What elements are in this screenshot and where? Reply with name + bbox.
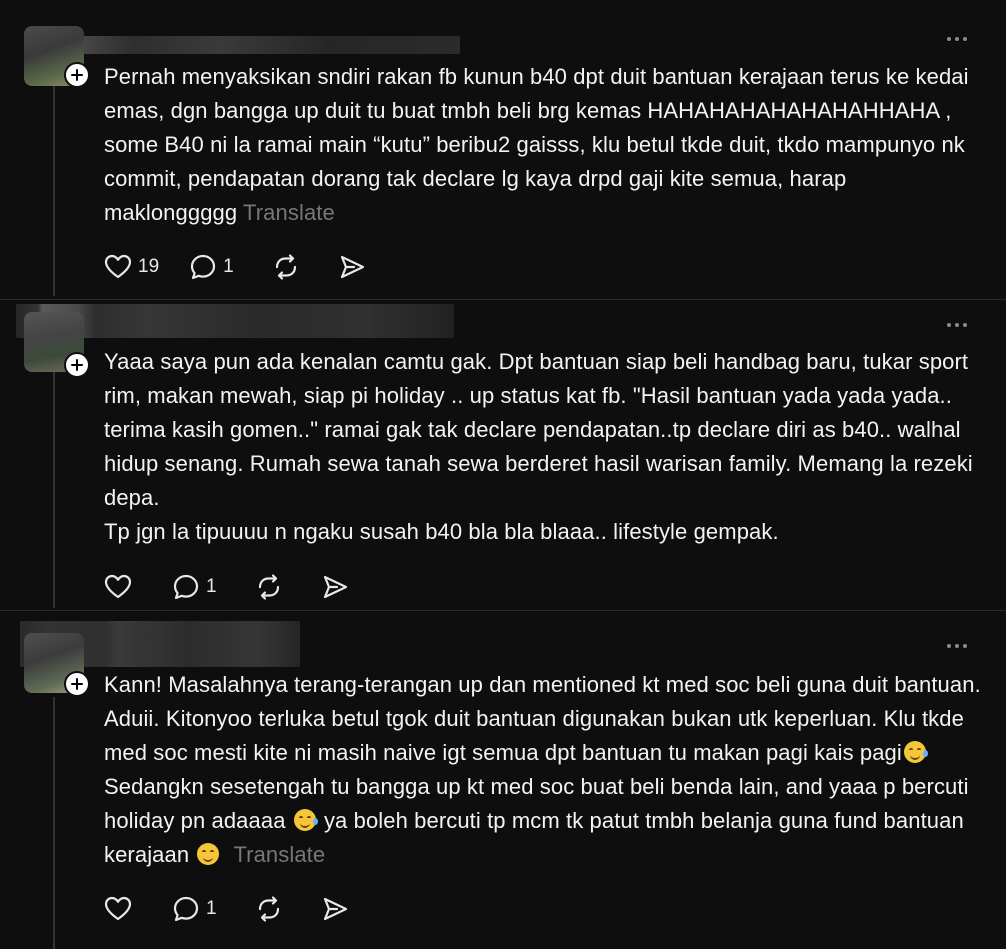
more-options-icon[interactable] bbox=[942, 641, 972, 651]
reply-count: 1 bbox=[206, 898, 217, 919]
comment-icon bbox=[191, 254, 216, 280]
thread-line bbox=[53, 697, 55, 949]
reply-button[interactable]: 1 bbox=[172, 573, 217, 601]
reply-post-3: Kann! Masalahnya terang-terangan up dan … bbox=[0, 611, 1006, 949]
thread-line bbox=[53, 372, 55, 608]
share-button[interactable] bbox=[321, 573, 349, 601]
heart-icon bbox=[104, 896, 132, 921]
reply-button[interactable]: 1 bbox=[189, 253, 234, 281]
avatar[interactable] bbox=[24, 312, 90, 378]
avatar[interactable] bbox=[24, 633, 90, 697]
reply-post-1: Pernah menyaksikan sndiri rakan fb kunun… bbox=[0, 0, 1006, 300]
heart-icon bbox=[104, 254, 132, 279]
repost-button[interactable] bbox=[255, 895, 283, 923]
reply-count: 1 bbox=[223, 256, 234, 277]
more-options-icon[interactable] bbox=[942, 34, 972, 44]
follow-plus-icon[interactable] bbox=[64, 62, 90, 88]
send-icon bbox=[323, 897, 347, 921]
like-button[interactable] bbox=[104, 896, 132, 922]
more-options-icon[interactable] bbox=[942, 320, 972, 330]
translate-link[interactable]: Translate bbox=[243, 200, 335, 225]
like-count: 19 bbox=[138, 256, 160, 277]
send-icon bbox=[340, 255, 364, 279]
like-button[interactable]: 19 bbox=[104, 254, 159, 280]
follow-plus-icon[interactable] bbox=[64, 671, 90, 697]
action-bar: 19 1 bbox=[104, 252, 366, 282]
repost-button[interactable] bbox=[272, 253, 300, 281]
reply-post-2: Yaaa saya pun ada kenalan camtu gak. Dpt… bbox=[0, 300, 1006, 610]
heart-icon bbox=[104, 574, 132, 599]
repost-icon bbox=[258, 574, 279, 600]
relieved-emoji bbox=[197, 843, 220, 865]
share-button[interactable] bbox=[321, 895, 349, 923]
avatar[interactable] bbox=[24, 26, 90, 88]
translate-link[interactable]: Translate bbox=[233, 842, 325, 867]
rofl-emoji bbox=[293, 809, 318, 831]
reply-count: 1 bbox=[206, 576, 217, 597]
follow-plus-icon[interactable] bbox=[64, 352, 90, 378]
repost-icon bbox=[258, 896, 279, 922]
thread-line bbox=[53, 86, 55, 296]
action-bar: 1 bbox=[104, 572, 349, 602]
rofl-emoji bbox=[903, 741, 928, 763]
comment-icon bbox=[173, 896, 199, 922]
comment-icon bbox=[173, 574, 199, 600]
like-button[interactable] bbox=[104, 574, 132, 600]
reply-text: Pernah menyaksikan sndiri rakan fb kunun… bbox=[104, 64, 975, 225]
repost-icon bbox=[275, 254, 296, 280]
action-bar: 1 bbox=[104, 894, 349, 924]
reply-text: Yaaa saya pun ada kenalan camtu gak. Dpt… bbox=[104, 349, 973, 544]
reply-button[interactable]: 1 bbox=[172, 895, 217, 923]
share-button[interactable] bbox=[338, 253, 366, 281]
username-redacted[interactable] bbox=[24, 36, 460, 54]
repost-button[interactable] bbox=[255, 573, 283, 601]
reply-text: Kann! Masalahnya terang-terangan up dan … bbox=[104, 672, 986, 867]
send-icon bbox=[323, 575, 347, 599]
